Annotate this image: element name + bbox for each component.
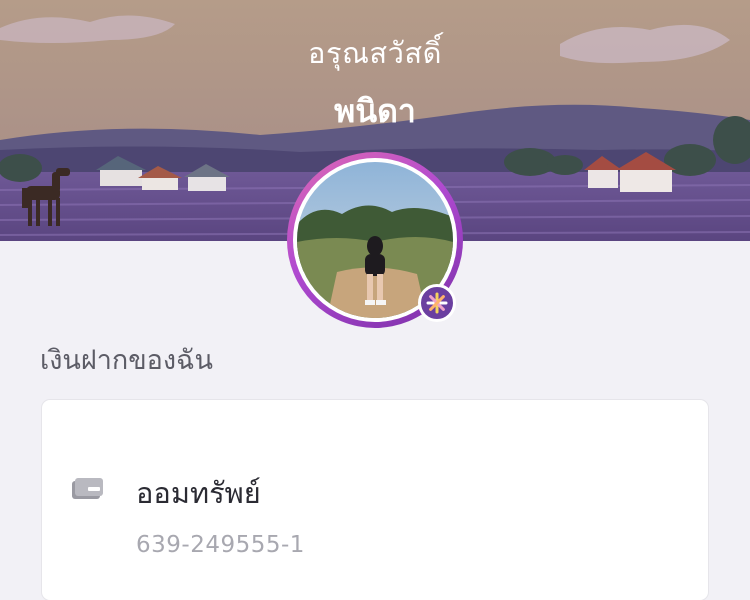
account-number: 639-249555-1 — [136, 532, 305, 558]
card-icon — [72, 478, 104, 504]
section-title: เงินฝากของฉัน — [40, 345, 213, 376]
greeting-text: อรุณสวัสดิ์ — [308, 36, 442, 70]
sparkle-icon — [426, 292, 448, 314]
user-name: พนิดา — [334, 92, 416, 130]
account-type: ออมทรัพย์ — [136, 476, 261, 510]
avatar-badge — [418, 284, 456, 322]
account-card[interactable]: ออมทรัพย์ 639-249555-1 — [42, 400, 708, 600]
